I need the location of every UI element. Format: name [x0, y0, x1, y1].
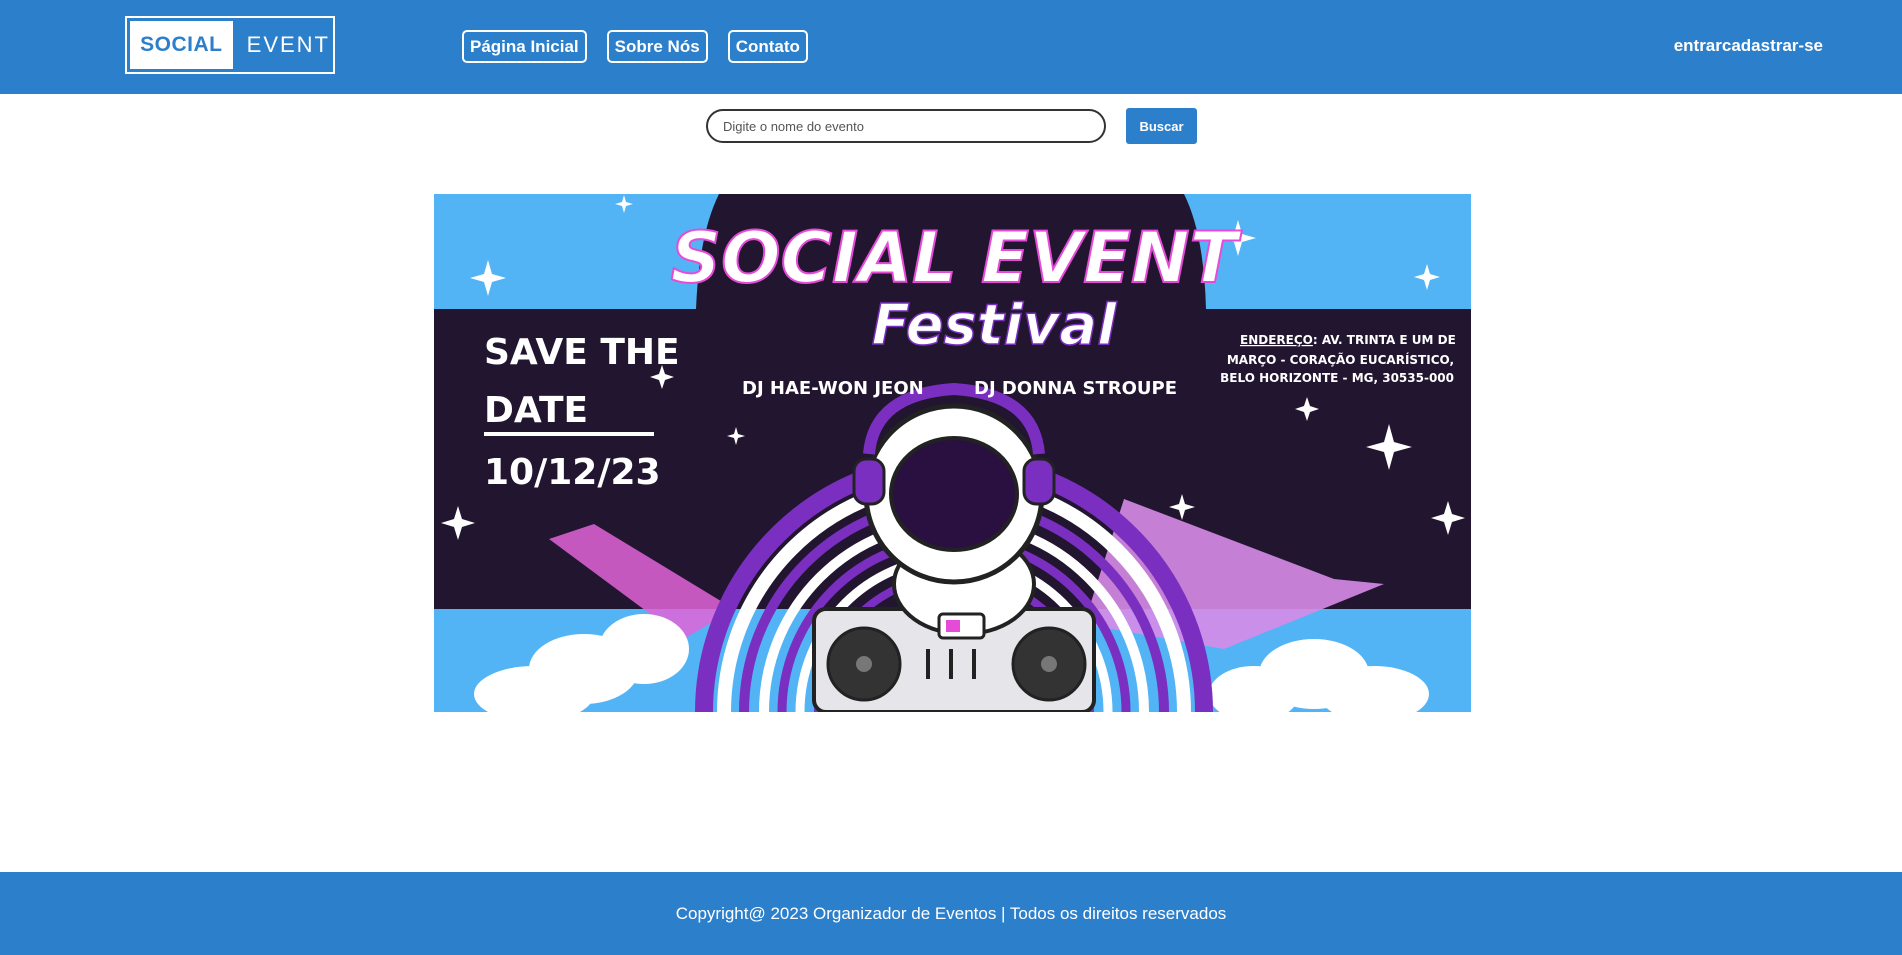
logo-event-word: EVENT [246, 32, 330, 57]
event-banner[interactable]: SOCIAL EVENT Festival SAVE THE DATE 10/1… [434, 194, 1471, 712]
nav-contact-button[interactable]: Contato [727, 30, 808, 63]
register-link[interactable]: cadastrar-se [1722, 36, 1823, 56]
search-input[interactable] [706, 109, 1106, 143]
login-link[interactable]: entrar [1674, 36, 1722, 56]
site-logo[interactable]: SOCIAL EVENT [125, 16, 335, 74]
banner-save-the: SAVE THE [484, 332, 680, 373]
banner-address-line1: ENDEREÇO: AV. TRINTA E UM DE [1240, 333, 1456, 347]
search-button[interactable]: Buscar [1126, 108, 1197, 144]
banner-address-line2: MARÇO - CORAÇÃO EUCARÍSTICO, [1227, 352, 1454, 367]
nav-about-button[interactable]: Sobre Nós [606, 30, 708, 63]
banner-dj1: DJ HAE-WON JEON [742, 378, 924, 399]
banner-subtitle: Festival [872, 293, 1117, 358]
logo-social-word: SOCIAL [130, 21, 233, 69]
banner-dj2: DJ DONNA STROUPE [974, 378, 1177, 399]
event-banner-art: SOCIAL EVENT Festival SAVE THE DATE 10/1… [434, 194, 1471, 712]
banner-date: 10/12/23 [484, 452, 661, 493]
search-bar: Buscar [706, 108, 1197, 144]
banner-title: SOCIAL EVENT [671, 217, 1243, 299]
banner-address-label: ENDEREÇO [1240, 333, 1313, 347]
top-navbar: SOCIAL EVENT Página Inicial Sobre Nós Co… [0, 0, 1902, 94]
banner-address-text: : AV. TRINTA E UM DE [1313, 333, 1456, 347]
main-nav: Página Inicial Sobre Nós Contato [462, 30, 808, 63]
banner-date-word: DATE [484, 390, 588, 431]
nav-home-button[interactable]: Página Inicial [462, 30, 587, 63]
page-footer: Copyright@ 2023 Organizador de Eventos |… [0, 872, 1902, 955]
footer-copyright: Copyright@ 2023 Organizador de Eventos |… [675, 903, 1227, 923]
auth-links: entrar cadastrar-se [1674, 36, 1823, 56]
banner-address-line3: BELO HORIZONTE - MG, 30535-000 [1220, 371, 1454, 385]
banner-underline [484, 432, 654, 436]
